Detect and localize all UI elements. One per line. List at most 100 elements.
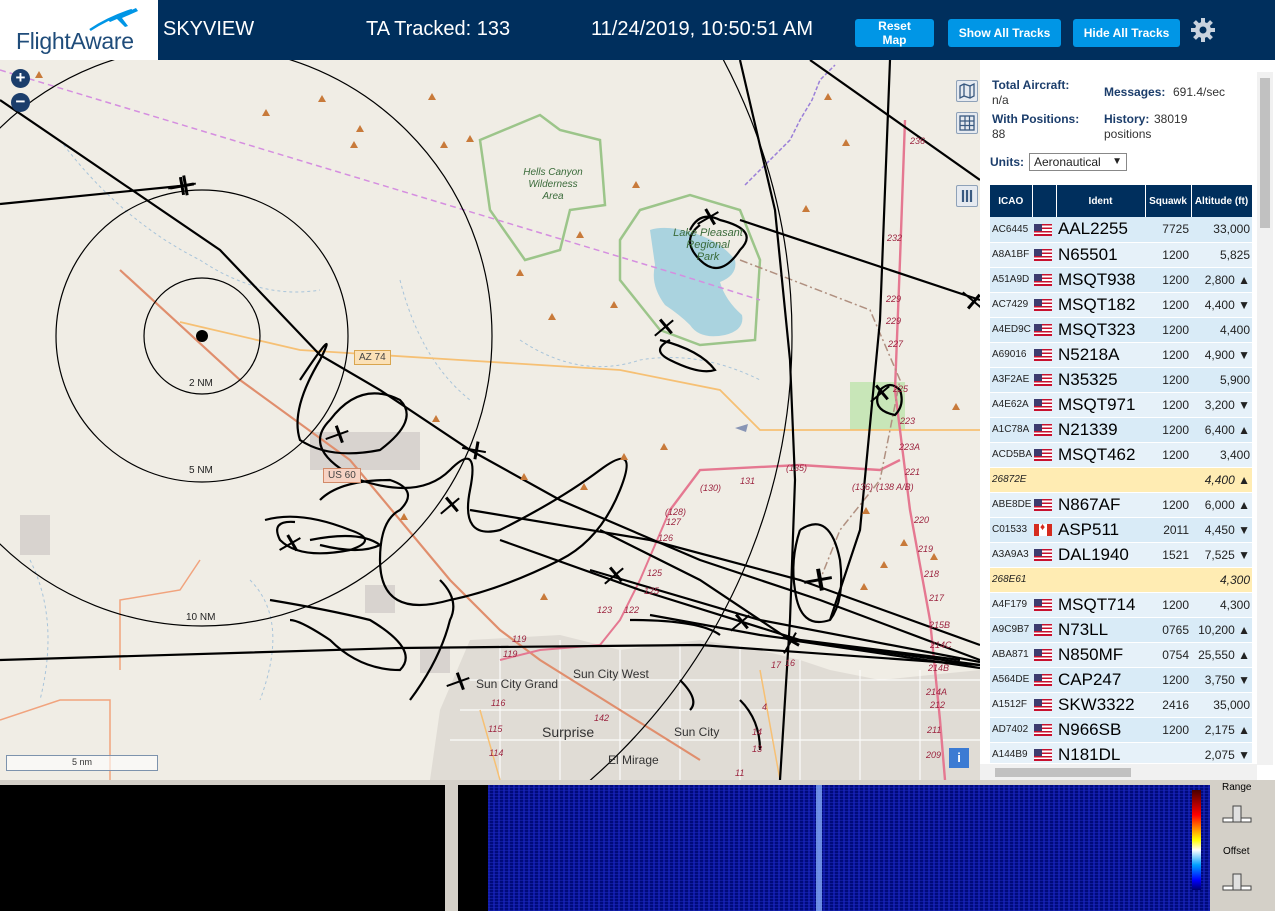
place-label-line: Wilderness [528,179,578,190]
table-row[interactable]: AC7429 MSQT182 1200 4,400 ▼ [990,292,1252,318]
table-row[interactable]: A8A1BF N65501 1200 5,825 [990,242,1252,268]
flag-cell [1032,667,1056,693]
route-number: 215B [929,620,951,630]
flag-cell [1032,692,1056,718]
us-flag-icon [1034,374,1052,387]
flag-cell [1032,517,1056,543]
ident-cell: N73LL [1056,617,1145,643]
top-header: FlightAware SKYVIEW TA Tracked: 133 11/2… [0,0,1275,60]
grid-overlay-button[interactable] [956,112,978,134]
info-button[interactable]: i [949,748,969,768]
ident-cell: N867AF [1056,492,1145,518]
flag-cell [1032,617,1056,643]
table-row[interactable]: A51A9D MSQT938 1200 2,800 ▲ [990,267,1252,293]
route-number: 119 [512,634,527,644]
squawk-cell: 7725 [1145,217,1191,243]
column-toggle-button[interactable] [956,185,978,207]
ident-cell: AAL2255 [1056,217,1145,243]
table-row[interactable]: A4E62A MSQT971 1200 3,200 ▼ [990,392,1252,418]
aircraft-table-container[interactable]: ICAO Ident Squawk Altitude (ft) AC6445 AA… [990,185,1252,763]
hide-all-tracks-button[interactable]: Hide All Tracks [1073,19,1180,47]
flightaware-logo[interactable]: FlightAware [0,0,158,60]
map-view[interactable]: 2 NM 5 NM 10 NM Hells Canyon Wilderness … [0,60,980,780]
icao-cell: A8A1BF [990,242,1032,268]
road-shield-us-60: US 60 [323,468,361,483]
route-number: 223A [899,442,921,452]
column-header-ident[interactable]: Ident [1056,185,1146,217]
table-row[interactable]: C01533 ASP51120114,450 ▼ [990,517,1252,543]
table-row[interactable]: A4ED9C MSQT323 1200 4,400 [990,317,1252,343]
place-label: Sun City West [573,667,649,681]
table-row[interactable]: ACD5BA MSQT462 1200 3,400 [990,442,1252,468]
reset-map-button[interactable]: Reset Map [855,19,934,47]
table-row[interactable]: ABA871 N850MF 0754 25,550 ▲ [990,642,1252,668]
grid-icon [959,115,975,131]
map-canvas[interactable] [0,60,980,780]
us-flag-icon [1034,424,1052,437]
route-number: 16 [785,658,796,668]
offset-label: Offset [1223,846,1250,857]
column-header-squawk[interactable]: Squawk [1145,185,1192,217]
place-label-line: Regional [686,239,730,251]
column-header-altitude[interactable]: Altitude (ft) [1191,185,1252,217]
squawk-cell: 1200 [1145,292,1191,318]
ident-cell [1056,467,1145,493]
route-number: (138 A/B) [876,482,914,492]
history-value: 38019 [1154,112,1188,126]
route-number: (130) [700,483,722,493]
table-row[interactable]: A1512F SKW3322 2416 35,000 [990,692,1252,718]
chevron-down-icon: ▼ [1112,156,1122,167]
zoom-in-button[interactable]: + [11,69,30,88]
horizontal-scrollbar[interactable] [980,764,1257,780]
altitude-cell: 4,400 ▲ [1191,467,1252,493]
history-label: History: [1104,112,1150,126]
column-header-flag[interactable] [1032,185,1057,217]
altitude-cell: 3,750 ▼ [1191,667,1252,693]
units-select[interactable]: Aeronautical ▼ [1029,153,1127,171]
route-number: 13 [752,744,763,754]
squawk-cell: 1200 [1145,242,1191,268]
ident-cell: MSQT714 [1056,592,1145,618]
spectrum-panel: Range Offset [0,780,1275,911]
column-header-icao[interactable]: ICAO [990,185,1033,217]
gear-icon[interactable] [1190,17,1216,43]
table-row[interactable]: A3A9A3 DAL1940 1521 7,525 ▼ [990,542,1252,568]
squawk-cell: 1200 [1145,592,1191,618]
table-row[interactable]: A4F179 MSQT714 1200 4,300 [990,592,1252,618]
table-row[interactable]: 26872E 4,400 ▲ [990,467,1252,493]
table-row[interactable]: AC6445 AAL2255 7725 33,000 [990,217,1252,243]
squawk-cell: 1200 [1145,417,1191,443]
table-row[interactable]: 268E61 4,300 [990,567,1252,593]
route-number: 116 [491,698,506,708]
vertical-scrollbar[interactable] [1257,72,1273,765]
place-label-line: Area [542,191,564,202]
squawk-cell: 1200 [1145,717,1191,743]
table-row[interactable]: A144B9 N181DL 2,075 ▼ [990,742,1252,763]
table-row[interactable]: A9C9B7 N73LL 0765 10,200 ▲ [990,617,1252,643]
app-title: SKYVIEW [163,18,255,40]
scrollbar-thumb[interactable] [1260,78,1270,228]
spectrum-blank-pane [0,785,445,911]
table-row[interactable]: A3F2AE N35325 1200 5,900 [990,367,1252,393]
show-all-tracks-button[interactable]: Show All Tracks [948,19,1061,47]
table-row[interactable]: A564DE CAP247 1200 3,750 ▼ [990,667,1252,693]
icao-cell: AC7429 [990,292,1032,318]
table-row[interactable]: ABE8DE N867AF 1200 6,000 ▲ [990,492,1252,518]
zoom-out-button[interactable]: − [11,93,30,112]
urban-block [20,515,50,555]
table-row[interactable]: A1C78A N21339 1200 6,400 ▲ [990,417,1252,443]
ident-cell: MSQT182 [1056,292,1145,318]
table-row[interactable]: AD7402 N966SB 1200 2,175 ▲ [990,717,1252,743]
scale-bar-label: 5 nm [71,757,92,767]
scrollbar-thumb[interactable] [995,768,1131,777]
range-slider[interactable] [1222,804,1252,826]
total-aircraft-label: Total Aircraft: [992,78,1070,92]
table-row[interactable]: A69016 N5218A 1200 4,900 ▼ [990,342,1252,368]
us-flag-icon [1034,449,1052,462]
map-layer-button[interactable] [956,80,978,102]
route-number: 236 [910,136,926,146]
icao-cell: AC6445 [990,217,1032,243]
offset-slider[interactable] [1222,872,1252,894]
logo-text: FlightAware [16,28,134,54]
icao-cell: A144B9 [990,742,1032,763]
